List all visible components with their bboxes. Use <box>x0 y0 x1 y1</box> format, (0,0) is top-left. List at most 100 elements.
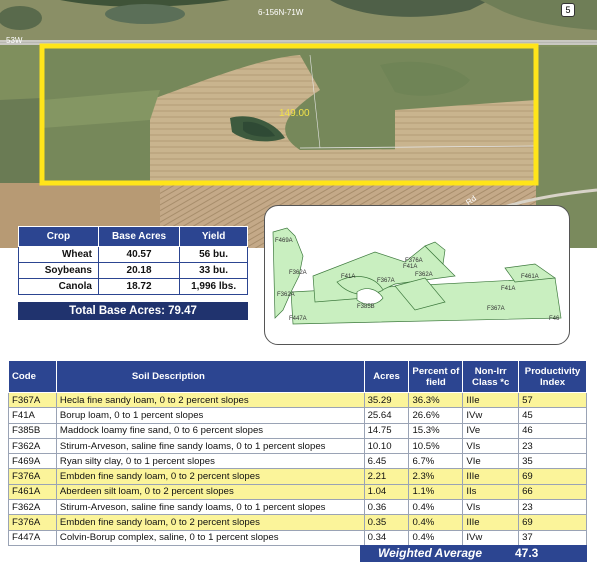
crop-table-header-row: Crop Base Acres Yield <box>18 226 248 247</box>
acres-header: Acres <box>363 360 410 393</box>
soil-percent: 0.4% <box>408 529 464 546</box>
soil-acres: 35.29 <box>363 391 410 409</box>
soil-percent: 10.5% <box>408 437 464 455</box>
crop-base-acres: 20.18 <box>97 262 181 279</box>
soil-code: F41A <box>8 407 57 424</box>
soil-percent: 1.1% <box>408 483 464 501</box>
section-badge: 5 <box>561 3 575 17</box>
soil-row: F376A Embden fine sandy loam, 0 to 2 perc… <box>8 514 587 531</box>
soil-map-label: F41A <box>501 286 515 292</box>
soil-row: F376A Embden fine sandy loam, 0 to 2 perc… <box>8 468 587 485</box>
soil-map-label: F447A <box>289 316 307 322</box>
soil-productivity-index: 45 <box>518 407 587 424</box>
soil-row: F447A Colvin-Borup complex, saline, 0 to … <box>8 529 587 546</box>
soil-map-label: F469A <box>275 238 293 244</box>
soil-map-label: F367A <box>487 306 505 312</box>
soil-productivity-index: 69 <box>518 468 587 485</box>
crop-base-acres: 18.72 <box>97 278 181 295</box>
soil-map-label: F41A <box>403 264 417 270</box>
crop-name: Canola <box>18 278 99 295</box>
soil-description: Stirum-Arveson, saline fine sandy loams,… <box>55 499 365 516</box>
soil-row: F362A Stirum-Arveson, saline fine sandy l… <box>8 499 587 516</box>
non-irr-class-header: Non-Irr Class *c <box>462 360 520 393</box>
soil-productivity-index: 57 <box>518 391 587 409</box>
crop-base-acres: 40.57 <box>97 246 181 263</box>
soil-code: F367A <box>8 391 57 409</box>
soil-acres: 0.34 <box>363 529 410 546</box>
soil-map-label: F46 <box>549 316 560 322</box>
crop-name: Wheat <box>18 246 99 263</box>
soil-class: VIe <box>462 453 520 470</box>
soil-percent: 26.6% <box>408 407 464 424</box>
soil-productivity-index: 46 <box>518 422 587 439</box>
soil-description: Colvin-Borup complex, saline, 0 to 1 per… <box>55 529 365 546</box>
crop-base-table: Crop Base Acres Yield Wheat 40.57 56 bu.… <box>18 226 248 295</box>
soil-description: Stirum-Arveson, saline fine sandy loams,… <box>55 437 365 455</box>
soil-acres: 14.75 <box>363 422 410 439</box>
percent-of-field-header: Percent of field <box>408 360 464 393</box>
soil-row: F41A Borup loam, 0 to 1 percent slopes 25.… <box>8 407 587 424</box>
soil-map-drawing: F469A F362A F362A F41A F367A F447A F41A … <box>272 227 562 325</box>
soil-description: Aberdeen silt loam, 0 to 2 percent slope… <box>55 483 365 501</box>
soil-acres: 25.64 <box>363 407 410 424</box>
soil-description: Hecla fine sandy loam, 0 to 2 percent sl… <box>55 391 365 409</box>
soil-description-header: Soil Description <box>55 360 365 393</box>
soil-class: VIs <box>462 499 520 516</box>
soil-percent: 36.3% <box>408 391 464 409</box>
crop-name: Soybeans <box>18 262 99 279</box>
weighted-average-bar: Weighted Average 47.3 <box>360 545 587 562</box>
soil-class: IIIe <box>462 514 520 531</box>
soil-map-label: F362A <box>289 270 307 276</box>
soil-map-label: F385B <box>357 304 375 310</box>
soil-row: F367A Hecla fine sandy loam, 0 to 2 perce… <box>8 391 587 409</box>
field-acres-label: 149.00 <box>279 108 310 119</box>
soil-productivity-index: 35 <box>518 453 587 470</box>
soil-row: F362A Stirum-Arveson, saline fine sandy l… <box>8 437 587 455</box>
weighted-average-label: Weighted Average <box>378 546 483 560</box>
soil-description: Borup loam, 0 to 1 percent slopes <box>55 407 365 424</box>
soil-row: F461A Aberdeen silt loam, 0 to 2 percent … <box>8 483 587 501</box>
soil-map-label: F367A <box>377 278 395 284</box>
soil-productivity-index: 23 <box>518 499 587 516</box>
soil-code: F447A <box>8 529 57 546</box>
soil-code: F362A <box>8 499 57 516</box>
total-base-acres-value: 79.47 <box>168 305 197 317</box>
soil-productivity-index: 69 <box>518 514 587 531</box>
soil-description: Ryan silty clay, 0 to 1 percent slopes <box>55 453 365 470</box>
soil-code: F376A <box>8 468 57 485</box>
soil-row: F469A Ryan silty clay, 0 to 1 percent slo… <box>8 453 587 470</box>
soil-map-label: F461A <box>521 274 539 280</box>
soil-percent: 2.3% <box>408 468 464 485</box>
soil-class: IVw <box>462 407 520 424</box>
soil-description: Embden fine sandy loam, 0 to 2 percent s… <box>55 468 365 485</box>
road-label-top: 6-156N-71W <box>258 8 304 17</box>
crop-row: Wheat 40.57 56 bu. <box>18 246 248 263</box>
soil-percent: 6.7% <box>408 453 464 470</box>
soil-productivity-index: 37 <box>518 529 587 546</box>
crop-yield: 56 bu. <box>179 246 248 263</box>
soil-percent: 15.3% <box>408 422 464 439</box>
soil-acres: 6.45 <box>363 453 410 470</box>
soil-acres: 0.36 <box>363 499 410 516</box>
base-acres-header: Base Acres <box>97 226 181 247</box>
crop-yield: 1,996 lbs. <box>179 278 248 295</box>
soil-code: F362A <box>8 437 57 455</box>
crop-row: Canola 18.72 1,996 lbs. <box>18 278 248 295</box>
soil-map-label: F362A <box>277 292 295 298</box>
soil-table-header-row: Code Soil Description Acres Percent of f… <box>8 360 587 393</box>
soil-description: Maddock loamy fine sand, 0 to 6 percent … <box>55 422 365 439</box>
road-label-left: 53W <box>6 36 23 45</box>
soil-map-label: F362A <box>415 272 433 278</box>
soil-table: Code Soil Description Acres Percent of f… <box>8 360 587 546</box>
soil-code: F469A <box>8 453 57 470</box>
soil-percent: 0.4% <box>408 499 464 516</box>
soil-acres: 0.35 <box>363 514 410 531</box>
soil-class: IIIe <box>462 391 520 409</box>
soil-class: IVw <box>462 529 520 546</box>
soil-productivity-index: 23 <box>518 437 587 455</box>
soil-acres: 10.10 <box>363 437 410 455</box>
soil-row: F385B Maddock loamy fine sand, 0 to 6 per… <box>8 422 587 439</box>
crop-header: Crop <box>18 226 99 247</box>
soil-class: IVe <box>462 422 520 439</box>
soil-acres: 1.04 <box>363 483 410 501</box>
